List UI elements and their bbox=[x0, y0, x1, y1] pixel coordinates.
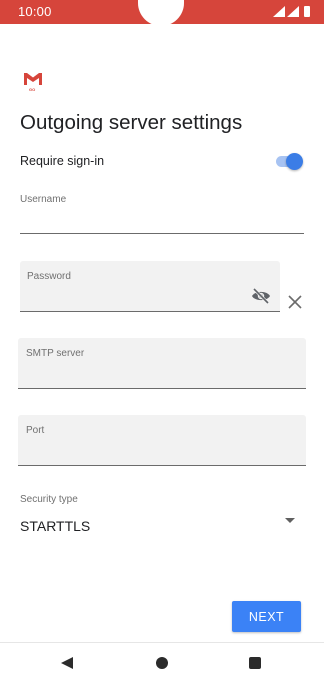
password-field[interactable]: Password bbox=[20, 261, 280, 312]
status-time: 10:00 bbox=[18, 4, 52, 19]
username-label: Username bbox=[20, 194, 67, 205]
smtp-server-field[interactable]: SMTP server bbox=[18, 338, 306, 389]
status-bar: 10:00 bbox=[0, 0, 324, 26]
port-underline bbox=[18, 465, 306, 466]
next-button[interactable]: NEXT bbox=[232, 601, 301, 632]
toggle-thumb bbox=[286, 153, 303, 170]
security-type-label: Security type bbox=[20, 494, 78, 505]
signal-icon-2 bbox=[287, 6, 299, 17]
battery-icon bbox=[304, 6, 310, 17]
smtp-server-label: SMTP server bbox=[26, 348, 85, 359]
nav-back-icon[interactable] bbox=[61, 657, 73, 669]
nav-recents-icon[interactable] bbox=[249, 657, 261, 669]
close-icon[interactable] bbox=[286, 293, 304, 311]
require-signin-label: Require sign-in bbox=[20, 154, 105, 168]
password-label: Password bbox=[27, 271, 71, 282]
username-field[interactable] bbox=[20, 233, 304, 234]
page-title: Outgoing server settings bbox=[20, 111, 243, 134]
dropdown-arrow-icon[interactable] bbox=[285, 518, 295, 523]
screen: 10:00 GO Outgoing server settings Requir… bbox=[0, 0, 324, 684]
require-signin-toggle[interactable] bbox=[274, 153, 303, 170]
smtp-underline bbox=[18, 388, 306, 389]
logo-subtitle: GO bbox=[29, 87, 36, 92]
port-field[interactable]: Port bbox=[18, 415, 306, 466]
navigation-bar bbox=[0, 642, 324, 684]
security-type-select[interactable]: STARTTLS bbox=[20, 518, 90, 534]
signal-icon bbox=[273, 6, 285, 17]
camera-notch bbox=[138, 0, 184, 26]
status-icons bbox=[273, 6, 310, 17]
port-label: Port bbox=[26, 425, 45, 436]
visibility-off-icon[interactable] bbox=[251, 288, 271, 304]
password-underline bbox=[20, 311, 280, 312]
nav-home-icon[interactable] bbox=[156, 657, 168, 669]
